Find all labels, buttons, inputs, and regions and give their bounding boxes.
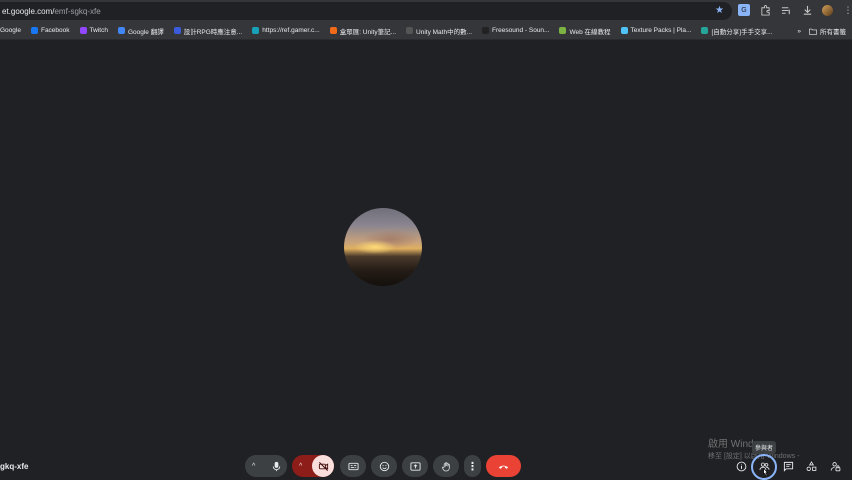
bookmark-star-icon[interactable]: ★ (715, 5, 724, 16)
chat-button[interactable] (781, 459, 795, 473)
end-call-button[interactable] (486, 455, 521, 477)
lock-person-icon (830, 461, 840, 471)
bookmark-label: Google (0, 27, 21, 34)
hand-icon (441, 461, 450, 471)
translate-icon[interactable]: G (738, 4, 750, 16)
menu-kebab-icon[interactable]: ⋮ (842, 4, 852, 16)
bookmark-favicon-icon (329, 27, 337, 34)
bookmark-item[interactable]: Texture Packs | Pla... (620, 27, 692, 34)
bookmark-item[interactable]: Google (0, 27, 21, 34)
people-tooltip: 參與者 (752, 441, 777, 454)
bookmarks-overflow-icon[interactable]: » (797, 28, 801, 35)
bookmark-favicon-icon (117, 27, 125, 34)
bookmark-item[interactable]: Twitch (79, 27, 108, 34)
closed-caption-icon (347, 462, 359, 470)
bookmark-label: Texture Packs | Pla... (630, 27, 692, 34)
camera-off-button[interactable] (312, 455, 334, 477)
emoji-icon (379, 461, 389, 471)
bookmark-label: https://ref.gamer.c... (262, 27, 320, 34)
bookmark-label: Unity Math中的數... (416, 28, 473, 36)
url-host: et.google.com/ (2, 6, 55, 16)
activities-button[interactable] (804, 459, 818, 473)
bookmark-item[interactable]: Web 在線教程 (559, 26, 611, 36)
bookmark-favicon-icon (701, 27, 709, 34)
bookmark-item[interactable]: 設計RPG時應注意... (173, 26, 243, 36)
bookmark-label: Google 翻譯 (127, 28, 164, 36)
raise-hand-button[interactable] (433, 455, 459, 477)
hang-up-icon (498, 465, 509, 469)
folder-icon (809, 28, 817, 35)
bookmark-label: Twitch (89, 27, 108, 34)
chevron-up-icon: ^ (299, 462, 303, 470)
extensions-icon[interactable] (759, 4, 771, 16)
bookmark-label: 盒眾匯: Unity筆記... (339, 28, 397, 36)
cursor-pointer-icon (758, 465, 772, 479)
more-vertical-icon: ⋮ (467, 460, 478, 473)
bookmark-item[interactable]: [自動分享]手手交享... (701, 26, 773, 36)
info-icon (736, 461, 746, 471)
browser-toolbar: et.google.com/emf-sgkq-xfe ★ G ⋮ (0, 0, 852, 22)
activities-icon (806, 460, 816, 471)
mic-button[interactable] (265, 455, 287, 477)
present-screen-button[interactable] (402, 455, 428, 477)
bookmark-favicon-icon (620, 27, 628, 34)
meeting-stage (0, 40, 852, 480)
bookmark-item[interactable]: https://ref.gamer.c... (252, 27, 320, 34)
bookmark-label: Facebook (40, 27, 70, 34)
chat-icon (783, 461, 793, 472)
bookmark-item[interactable]: Freesound - Soun... (482, 27, 549, 34)
bookmark-label: Web 在線教程 (569, 28, 611, 36)
bookmark-favicon-icon (482, 27, 490, 34)
bookmark-favicon-icon (559, 27, 567, 34)
bookmarks-bar: Google Facebook Twitch Google 翻譯 設計RPG時應注意..… (0, 22, 852, 40)
bookmark-label: 設計RPG時應注意... (183, 28, 243, 36)
bookmark-label: Freesound - Soun... (492, 27, 550, 34)
present-screen-icon (409, 461, 421, 471)
bookmark-favicon-icon (79, 27, 87, 34)
address-bar[interactable]: et.google.com/emf-sgkq-xfe ★ (0, 2, 732, 20)
bookmark-favicon-icon (30, 27, 38, 34)
profile-avatar[interactable] (822, 4, 833, 16)
more-options-button[interactable]: ⋮ (464, 455, 481, 477)
captions-button[interactable] (340, 455, 366, 477)
download-icon[interactable] (801, 4, 813, 16)
url-path: emf-sgkq-xfe (54, 6, 101, 16)
bookmark-item[interactable]: 盒眾匯: Unity筆記... (329, 26, 397, 36)
chevron-up-icon: ^ (252, 462, 256, 470)
video-off-icon (318, 461, 328, 471)
microphone-icon (272, 461, 280, 471)
bookmark-item[interactable]: Google 翻譯 (117, 26, 164, 36)
host-controls-button[interactable] (828, 459, 842, 473)
bookmark-item[interactable]: Unity Math中的數... (406, 26, 472, 36)
reactions-button[interactable] (371, 455, 397, 477)
bookmark-favicon-icon (173, 27, 181, 34)
meeting-details-button[interactable] (734, 459, 748, 473)
bookmark-label: [自動分享]手手交享... (711, 28, 773, 36)
bookmark-favicon-icon (252, 27, 260, 34)
media-controls-icon[interactable] (780, 4, 792, 16)
bookmark-item[interactable]: Facebook (30, 27, 70, 34)
all-bookmarks[interactable]: 所有書籤 (809, 26, 846, 36)
participant-avatar (344, 208, 422, 286)
bookmark-favicon-icon (406, 27, 414, 34)
